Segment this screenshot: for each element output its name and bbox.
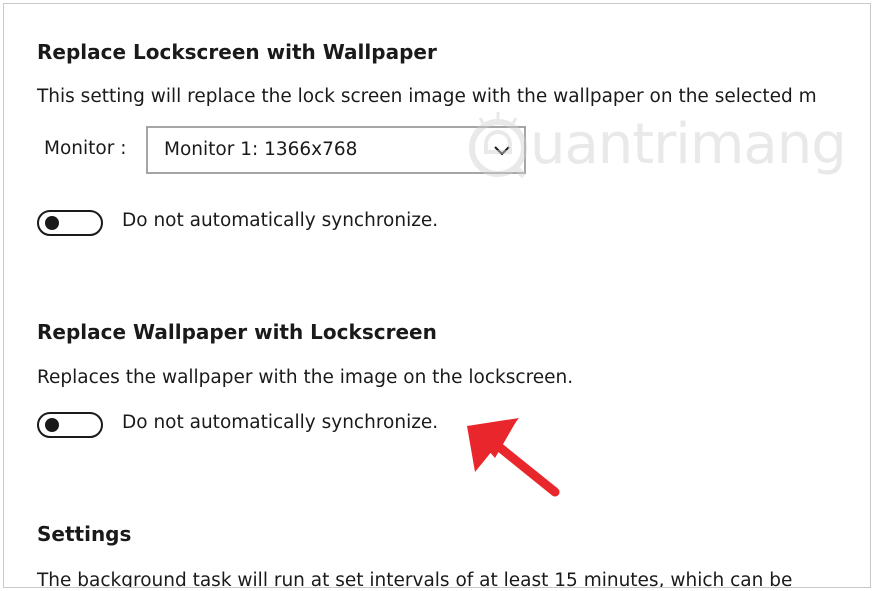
monitor-dropdown-value: Monitor 1: 1366x768 — [164, 139, 358, 160]
sync-toggle-lockscreen-to-wallpaper[interactable] — [37, 210, 103, 236]
section-description-lockscreen-to-wallpaper: This setting will replace the lock scree… — [37, 86, 817, 107]
toggle-knob — [45, 216, 59, 230]
toggle-knob — [45, 418, 59, 432]
monitor-dropdown[interactable]: Monitor 1: 1366x768 — [146, 126, 526, 174]
section-description-wallpaper-to-lockscreen: Replaces the wallpaper with the image on… — [37, 367, 574, 388]
sync-toggle-label-1: Do not automatically synchronize. — [122, 210, 439, 231]
red-arrow-icon — [467, 418, 560, 497]
sync-toggle-label-2: Do not automatically synchronize. — [122, 412, 439, 433]
section-description-settings: The background task will run at set inte… — [37, 570, 793, 588]
section-heading-lockscreen-to-wallpaper: Replace Lockscreen with Wallpaper — [37, 40, 437, 64]
monitor-label: Monitor : — [44, 138, 127, 159]
watermark-text: uantrimang — [530, 112, 847, 177]
chevron-down-icon — [494, 146, 510, 156]
section-heading-settings: Settings — [37, 522, 132, 546]
section-heading-wallpaper-to-lockscreen: Replace Wallpaper with Lockscreen — [37, 320, 437, 344]
settings-panel: Replace Lockscreen with Wallpaper This s… — [3, 3, 871, 588]
sync-toggle-wallpaper-to-lockscreen[interactable] — [37, 412, 103, 438]
